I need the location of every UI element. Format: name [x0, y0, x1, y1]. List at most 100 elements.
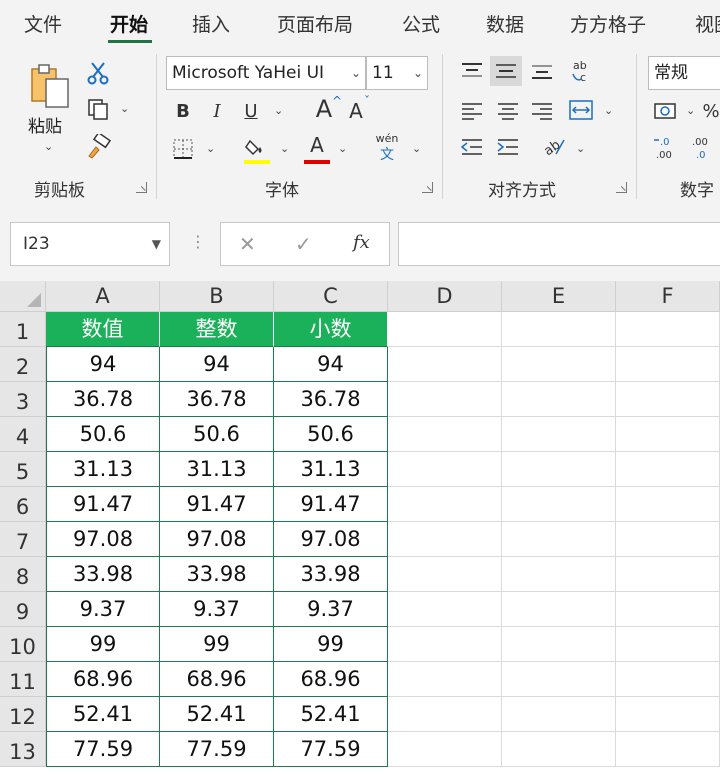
merge-center-button[interactable]	[566, 96, 596, 124]
cell-e2[interactable]	[502, 347, 616, 382]
align-center-button[interactable]	[494, 98, 522, 124]
phonetic-guide-button[interactable]: wén 文	[372, 132, 402, 164]
cell-b4[interactable]: 50.6	[160, 417, 274, 452]
bold-button[interactable]: B	[172, 98, 194, 124]
column-header-f[interactable]: F	[616, 281, 720, 312]
insert-function-icon[interactable]: fx	[353, 232, 370, 253]
formula-input[interactable]	[398, 222, 720, 266]
cell-c2[interactable]: 94	[274, 347, 388, 382]
cell-b8[interactable]: 33.98	[160, 557, 274, 592]
cell-a12[interactable]: 52.41	[46, 697, 160, 732]
cell-d13[interactable]	[388, 732, 502, 767]
cell-d9[interactable]	[388, 592, 502, 627]
cell-f1[interactable]	[616, 312, 720, 347]
align-top-button[interactable]	[458, 58, 486, 84]
align-right-button[interactable]	[528, 98, 556, 124]
align-left-button[interactable]	[458, 98, 486, 124]
cell-c11[interactable]: 68.96	[274, 662, 388, 697]
cell-b6[interactable]: 91.47	[160, 487, 274, 522]
fill-color-dropdown-caret[interactable]: ⌄	[280, 142, 289, 155]
tab-insert[interactable]: 插入	[192, 10, 230, 37]
fill-color-button[interactable]	[242, 134, 270, 160]
copy-dropdown-caret[interactable]: ⌄	[120, 102, 129, 115]
cell-b2[interactable]: 94	[160, 347, 274, 382]
cell-e8[interactable]	[502, 557, 616, 592]
header-cell-b[interactable]: 整数	[160, 312, 274, 347]
phonetic-dropdown-caret[interactable]: ⌄	[412, 142, 421, 155]
font-dialog-launcher[interactable]	[422, 182, 433, 193]
header-cell-c[interactable]: 小数	[274, 312, 388, 347]
tab-view[interactable]: 视图	[695, 10, 720, 37]
underline-dropdown-caret[interactable]: ⌄	[274, 104, 283, 117]
decrease-decimal-button[interactable]: .00.0	[688, 134, 716, 162]
cut-button[interactable]	[86, 60, 110, 86]
column-header-a[interactable]: A	[46, 281, 160, 312]
cell-a10[interactable]: 99	[46, 627, 160, 662]
underline-button[interactable]: U	[240, 98, 262, 124]
cell-f12[interactable]	[616, 697, 720, 732]
column-header-c[interactable]: C	[274, 281, 388, 312]
orientation-dropdown-caret[interactable]: ⌄	[576, 142, 585, 155]
cell-f4[interactable]	[616, 417, 720, 452]
percent-style-button[interactable]: %	[702, 98, 720, 124]
select-all-button[interactable]	[0, 281, 46, 312]
cell-e12[interactable]	[502, 697, 616, 732]
cell-e4[interactable]	[502, 417, 616, 452]
cell-d8[interactable]	[388, 557, 502, 592]
number-format-combo[interactable]: 常规	[648, 56, 720, 90]
cell-f2[interactable]	[616, 347, 720, 382]
tab-formulas[interactable]: 公式	[402, 10, 440, 37]
align-bottom-button[interactable]	[528, 58, 556, 84]
formula-bar-splitter-icon[interactable]: ⋮	[190, 232, 206, 251]
cell-d5[interactable]	[388, 452, 502, 487]
cell-f3[interactable]	[616, 382, 720, 417]
cell-e9[interactable]	[502, 592, 616, 627]
font-name-combo[interactable]: Microsoft YaHei UI ⌄	[166, 56, 366, 90]
row-header-3[interactable]: 3	[0, 382, 46, 417]
row-header-12[interactable]: 12	[0, 697, 46, 732]
copy-button[interactable]	[84, 96, 112, 122]
header-cell-a[interactable]: 数值	[46, 312, 160, 347]
cell-a3[interactable]: 36.78	[46, 382, 160, 417]
cell-c4[interactable]: 50.6	[274, 417, 388, 452]
cell-e1[interactable]	[502, 312, 616, 347]
cell-f8[interactable]	[616, 557, 720, 592]
cell-f11[interactable]	[616, 662, 720, 697]
cancel-icon[interactable]: ✕	[239, 232, 256, 256]
cell-c12[interactable]: 52.41	[274, 697, 388, 732]
cell-d1[interactable]	[388, 312, 502, 347]
cell-d11[interactable]	[388, 662, 502, 697]
cell-d7[interactable]	[388, 522, 502, 557]
row-header-9[interactable]: 9	[0, 592, 46, 627]
column-header-e[interactable]: E	[502, 281, 616, 312]
accounting-format-button[interactable]	[652, 98, 680, 124]
cell-e6[interactable]	[502, 487, 616, 522]
row-header-11[interactable]: 11	[0, 662, 46, 697]
cell-b7[interactable]: 97.08	[160, 522, 274, 557]
column-header-b[interactable]: B	[160, 281, 274, 312]
cell-f9[interactable]	[616, 592, 720, 627]
cell-f6[interactable]	[616, 487, 720, 522]
cell-d4[interactable]	[388, 417, 502, 452]
orientation-button[interactable]: ab	[540, 132, 570, 160]
cell-b13[interactable]: 77.59	[160, 732, 274, 767]
increase-indent-button[interactable]	[494, 134, 522, 160]
cell-d10[interactable]	[388, 627, 502, 662]
cell-c13[interactable]: 77.59	[274, 732, 388, 767]
wrap-orientation-button[interactable]: ab c	[568, 56, 598, 86]
align-middle-button[interactable]	[490, 56, 522, 86]
merge-dropdown-caret[interactable]: ⌄	[604, 104, 613, 117]
cell-d12[interactable]	[388, 697, 502, 732]
tab-file[interactable]: 文件	[24, 10, 62, 37]
cell-a5[interactable]: 31.13	[46, 452, 160, 487]
row-header-5[interactable]: 5	[0, 452, 46, 487]
cell-c3[interactable]: 36.78	[274, 382, 388, 417]
cell-b3[interactable]: 36.78	[160, 382, 274, 417]
row-header-10[interactable]: 10	[0, 627, 46, 662]
cell-a13[interactable]: 77.59	[46, 732, 160, 767]
cell-d2[interactable]	[388, 347, 502, 382]
enter-icon[interactable]: ✓	[295, 232, 312, 256]
column-header-d[interactable]: D	[388, 281, 502, 312]
italic-button[interactable]: I	[206, 98, 228, 124]
tab-fangfang-gezi[interactable]: 方方格子	[570, 10, 646, 37]
